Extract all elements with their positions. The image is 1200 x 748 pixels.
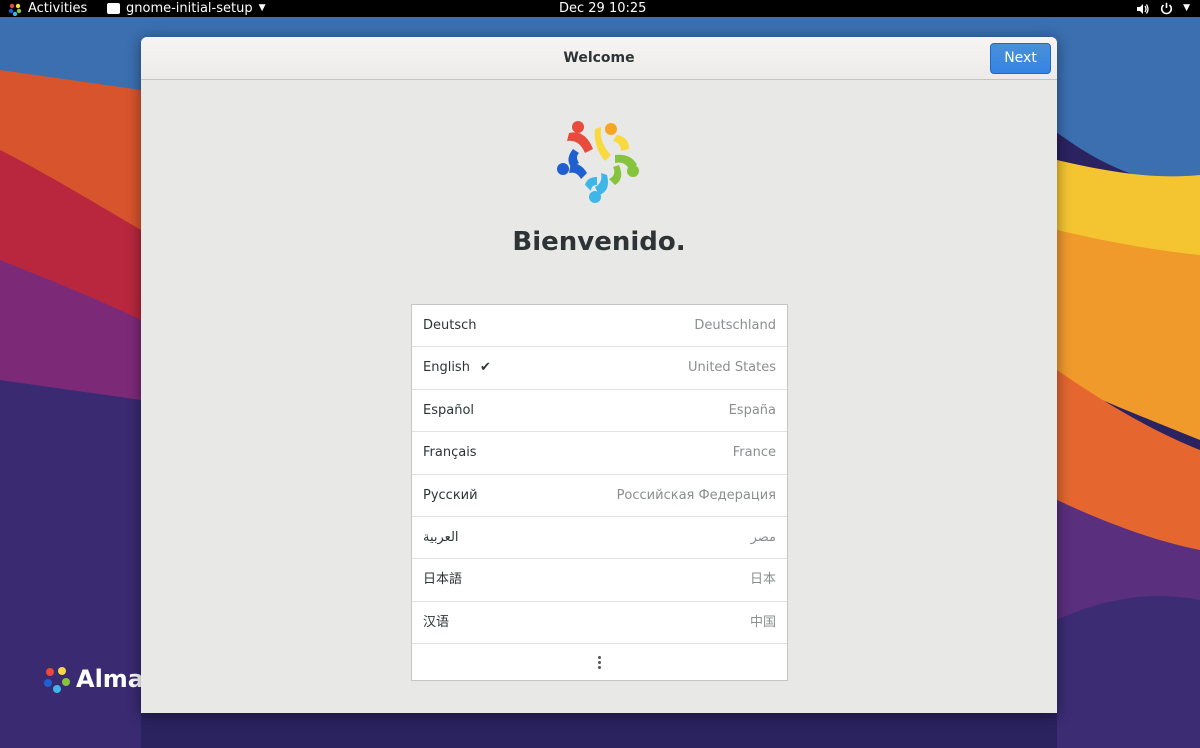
more-icon: [598, 655, 601, 669]
language-name: English ✔: [423, 347, 491, 389]
check-icon: ✔: [479, 360, 491, 376]
almalinux-logo-icon: [557, 121, 639, 203]
more-languages-button[interactable]: [412, 644, 787, 680]
welcome-heading: Bienvenido.: [512, 227, 686, 257]
language-region: مصر: [750, 529, 776, 545]
language-name: 汉语: [423, 614, 450, 630]
language-row[interactable]: Deutsch Deutschland: [412, 305, 787, 348]
system-tray[interactable]: ▼: [1136, 0, 1190, 17]
activities-button[interactable]: Activities: [8, 0, 87, 17]
language-name: Русский: [423, 487, 478, 503]
language-row[interactable]: Русский Российская Федерация: [412, 475, 787, 517]
app-window-icon: [107, 3, 120, 14]
language-region: United States: [687, 360, 776, 376]
app-menu[interactable]: gnome-initial-setup ▼: [107, 0, 266, 17]
language-region: 日本: [749, 572, 776, 588]
power-icon: [1161, 2, 1173, 15]
language-region: Российская Федерация: [616, 487, 776, 503]
language-name: Español: [423, 402, 475, 418]
volume-icon: [1137, 3, 1149, 14]
initial-setup-window: Welcome Next Bienvenido. Deutsch Deutsch…: [141, 37, 1057, 713]
almalinux-logo-icon: [44, 667, 70, 693]
language-row[interactable]: 汉语 中国: [412, 602, 787, 645]
language-region: 中国: [749, 614, 776, 630]
language-row[interactable]: العربية مصر: [412, 517, 787, 560]
top-bar: Activities gnome-initial-setup ▼ Dec 29 …: [0, 0, 1200, 17]
language-row[interactable]: English ✔ United States: [412, 347, 787, 390]
almalinux-small-icon: [8, 3, 22, 16]
next-button[interactable]: Next: [990, 43, 1051, 74]
language-row[interactable]: 日本語 日本: [412, 559, 787, 602]
chevron-down-icon: ▼: [258, 3, 266, 13]
language-region: Deutschland: [694, 318, 776, 333]
language-name: Français: [423, 445, 477, 461]
chevron-down-icon: ▼: [1183, 3, 1190, 13]
language-name: العربية: [423, 529, 459, 545]
language-name: 日本語: [423, 572, 463, 588]
language-region: France: [732, 445, 776, 461]
header-bar: Welcome Next: [141, 37, 1057, 80]
language-row[interactable]: Français France: [412, 432, 787, 475]
language-row[interactable]: Español España: [412, 390, 787, 433]
window-title: Welcome: [563, 50, 635, 66]
app-menu-label: gnome-initial-setup: [126, 1, 253, 16]
activities-label: Activities: [28, 1, 88, 16]
language-region: España: [728, 402, 776, 418]
clock[interactable]: Dec 29 10:25: [559, 0, 649, 17]
language-name: Deutsch: [423, 318, 477, 333]
language-list: Deutsch Deutschland English ✔ United Sta…: [411, 304, 788, 681]
